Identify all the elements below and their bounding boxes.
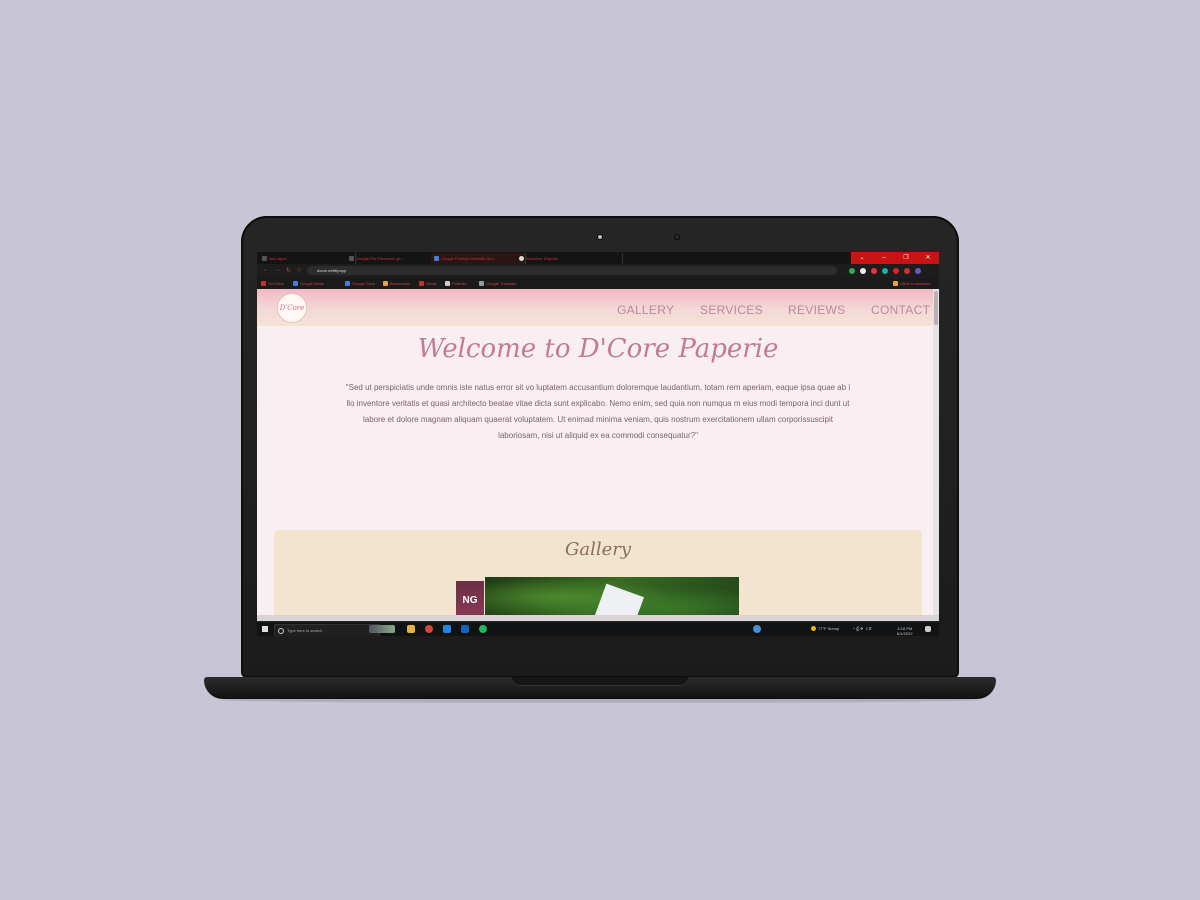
notification-icon[interactable] [925, 626, 931, 632]
chrome-icon[interactable] [425, 625, 433, 633]
extension-icon[interactable] [893, 268, 899, 274]
site-logo[interactable]: D'Core [277, 293, 307, 323]
maps-icon [293, 281, 298, 287]
nav-gallery-link[interactable]: GALLERY [617, 303, 674, 317]
spotify-icon[interactable] [479, 625, 487, 633]
browser-tab[interactable]: Welcome Graphic [516, 253, 623, 264]
search-placeholder: Type here to search [287, 628, 323, 633]
clock-date: 6/1/2022 [897, 631, 913, 636]
taskbar-search-input[interactable]: Type here to search [274, 624, 380, 636]
sun-icon [811, 626, 816, 632]
app-icon[interactable] [461, 625, 469, 633]
extension-icon[interactable] [871, 268, 877, 274]
tab-label: Google Pro Freelance ge... [356, 256, 405, 261]
bookmark-item[interactable]: Google Docs [345, 280, 375, 287]
home-icon[interactable]: ⌂ [297, 267, 301, 273]
bookmark-item[interactable]: YouTube [261, 280, 284, 287]
gallery-section: Gallery NG [274, 530, 922, 615]
forward-icon[interactable]: → [275, 267, 281, 273]
taskbar-clock[interactable]: 4:18 PM 6/1/2022 [897, 626, 913, 636]
browser-tab-bar: Ikon Apps Google Pro Freelance ge... Goo… [257, 252, 939, 264]
camera-lens [675, 235, 679, 239]
site-navbar: D'Core GALLERY SERVICES REVIEWS CONTACT [257, 289, 933, 326]
browser-tab-active[interactable]: Google Portfolio Website Gen... [431, 253, 526, 264]
bookmark-item-other[interactable]: Other bookmarks [893, 280, 931, 287]
maximize-button[interactable]: ❐ [895, 252, 917, 264]
tab-favicon-icon [519, 256, 524, 261]
weather-widget[interactable]: 77°F Sunny [811, 626, 839, 632]
browser-tab[interactable]: Ikon Apps [259, 253, 356, 264]
youtube-icon [261, 281, 266, 287]
vscode-icon[interactable] [443, 625, 451, 633]
extension-icon[interactable] [849, 268, 855, 274]
folder-icon [383, 281, 388, 287]
bookmark-item[interactable]: Google Maps [293, 280, 324, 287]
laptop-base [204, 677, 996, 699]
scrollbar-thumb[interactable] [934, 291, 938, 325]
tab-search-button[interactable]: ⌄ [851, 252, 873, 264]
hero-quote: "Sed ut perspiciatis unde omnis iste nat… [345, 383, 851, 440]
paper-card-image [589, 583, 645, 615]
bookmark-item[interactable]: Bookmarks [383, 280, 410, 287]
tab-label: Welcome Graphic [526, 256, 558, 261]
tab-label: Ikon Apps [269, 256, 287, 261]
translate-icon [479, 281, 484, 287]
page-scrollbar[interactable] [933, 289, 939, 615]
nav-reviews-link[interactable]: REVIEWS [788, 303, 845, 317]
extension-icon[interactable] [904, 268, 910, 274]
nav-services-link[interactable]: SERVICES [700, 303, 763, 317]
bookmark-item[interactable]: Google Translate [479, 280, 516, 287]
hero-title: Welcome to D'Core Paperie [417, 334, 779, 364]
tab-favicon-icon [349, 256, 354, 261]
extension-icon[interactable] [860, 268, 866, 274]
globe-icon[interactable] [753, 625, 761, 633]
bookmarks-bar: YouTube Google Maps Google Docs Bookmark… [257, 278, 939, 289]
reload-icon[interactable]: ↻ [286, 267, 291, 274]
folder-icon [893, 281, 898, 287]
page-icon [445, 281, 450, 287]
bookmark-item[interactable]: Gmail [419, 280, 436, 287]
news-widget-icon[interactable] [369, 625, 395, 633]
windows-taskbar: Type here to search 77°F Sunny ^ ⎙ ☏ ◁ ✉… [257, 621, 939, 636]
web-page: D'Core GALLERY SERVICES REVIEWS CONTACT … [257, 289, 933, 615]
docs-icon [345, 281, 350, 287]
profile-avatar[interactable] [915, 268, 921, 274]
gallery-photo-thumb[interactable]: NG [456, 581, 484, 615]
tab-favicon-icon [262, 256, 267, 261]
gallery-photo-main[interactable] [485, 577, 739, 615]
bookmark-item[interactable]: Portfolio [445, 280, 467, 287]
address-bar[interactable]: dcore.netlify.app [307, 266, 837, 275]
browser-toolbar: ← → ↻ ⌂ dcore.netlify.app [257, 264, 939, 278]
camera-light [598, 235, 602, 239]
system-tray-icons[interactable]: ^ ⎙ ☏ ◁ ✉ [853, 626, 871, 631]
minimize-button[interactable]: – [873, 252, 895, 264]
file-explorer-icon[interactable] [407, 625, 415, 633]
browser-tab[interactable]: Google Pro Freelance ge... [346, 253, 441, 264]
close-button[interactable]: ✕ [917, 252, 939, 264]
laptop-notch [512, 677, 688, 686]
windows-start-icon[interactable] [262, 626, 268, 632]
gallery-photo-badge: NG [462, 595, 478, 606]
tab-label: Google Portfolio Website Gen... [441, 256, 498, 261]
gmail-icon [419, 281, 424, 287]
back-icon[interactable]: ← [263, 267, 269, 273]
gallery-title: Gallery [564, 539, 632, 560]
tab-favicon-icon [434, 256, 439, 261]
nav-contact-link[interactable]: CONTACT [871, 303, 930, 317]
laptop-screen: Ikon Apps Google Pro Freelance ge... Goo… [257, 252, 939, 636]
laptop-shadow [220, 697, 980, 703]
search-icon [278, 628, 284, 634]
window-controls: ⌄ – ❐ ✕ [851, 252, 939, 264]
extension-icon[interactable] [882, 268, 888, 274]
url-text: dcore.netlify.app [317, 268, 347, 273]
